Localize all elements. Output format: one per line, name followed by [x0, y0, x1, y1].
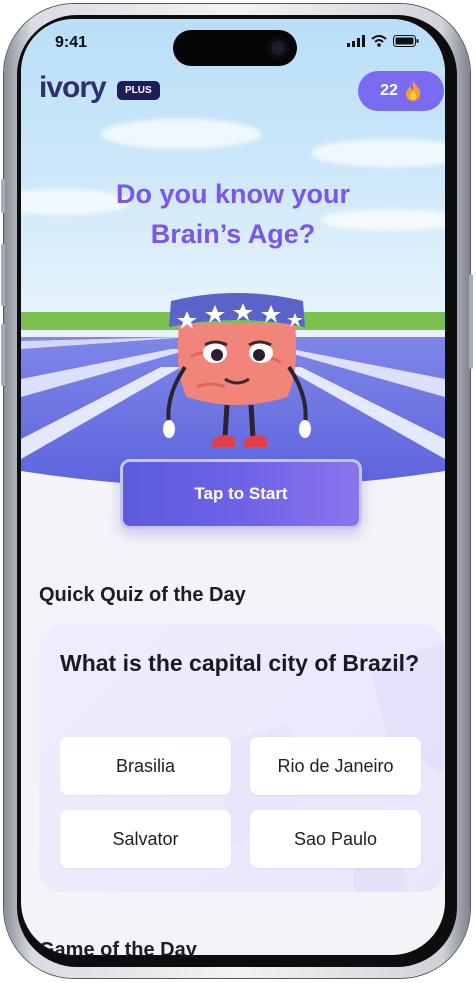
hero-title: Do you know your Brain’s Age? — [115, 179, 350, 249]
volume-up-button — [1, 244, 5, 306]
quick-quiz-title: Quick Quiz of the Day — [39, 584, 246, 606]
answer-option[interactable]: Salvator — [60, 810, 231, 868]
dynamic-island — [173, 30, 297, 66]
answer-option[interactable]: Rio de Janeiro — [250, 737, 421, 795]
streak-count: 22 — [380, 82, 398, 99]
battery-icon — [393, 35, 419, 47]
app-logo: ivory — [39, 71, 107, 104]
status-bar: 9:41 — [21, 19, 445, 66]
quiz-question: What is the capital city of Brazil? — [60, 650, 420, 676]
volume-down-button — [1, 324, 5, 386]
front-camera — [267, 37, 289, 59]
power-button — [469, 274, 473, 369]
quiz-card: What is the capital city of Brazil? Bras… — [39, 624, 444, 892]
brain-mascot — [163, 293, 311, 447]
streak-counter[interactable]: 22 — [358, 71, 444, 111]
app-header: ivory PLUS 22 — [21, 71, 445, 115]
wifi-icon — [371, 35, 387, 47]
action-button — [1, 179, 5, 213]
status-time: 9:41 — [55, 34, 88, 51]
answer-option[interactable]: Brasilia — [60, 737, 231, 795]
signal-icon — [347, 35, 365, 47]
fire-icon — [405, 81, 421, 101]
answer-option[interactable]: Sao Paulo — [250, 810, 421, 868]
game-of-day-title: Game of the Day — [39, 939, 197, 955]
status-icons — [347, 35, 419, 47]
app-screen: 9:41 ivory PLUS 22 Do you know your Brai… — [21, 19, 445, 955]
plus-badge: PLUS — [117, 81, 160, 100]
tap-to-start-button[interactable]: Tap to Start — [120, 459, 362, 529]
